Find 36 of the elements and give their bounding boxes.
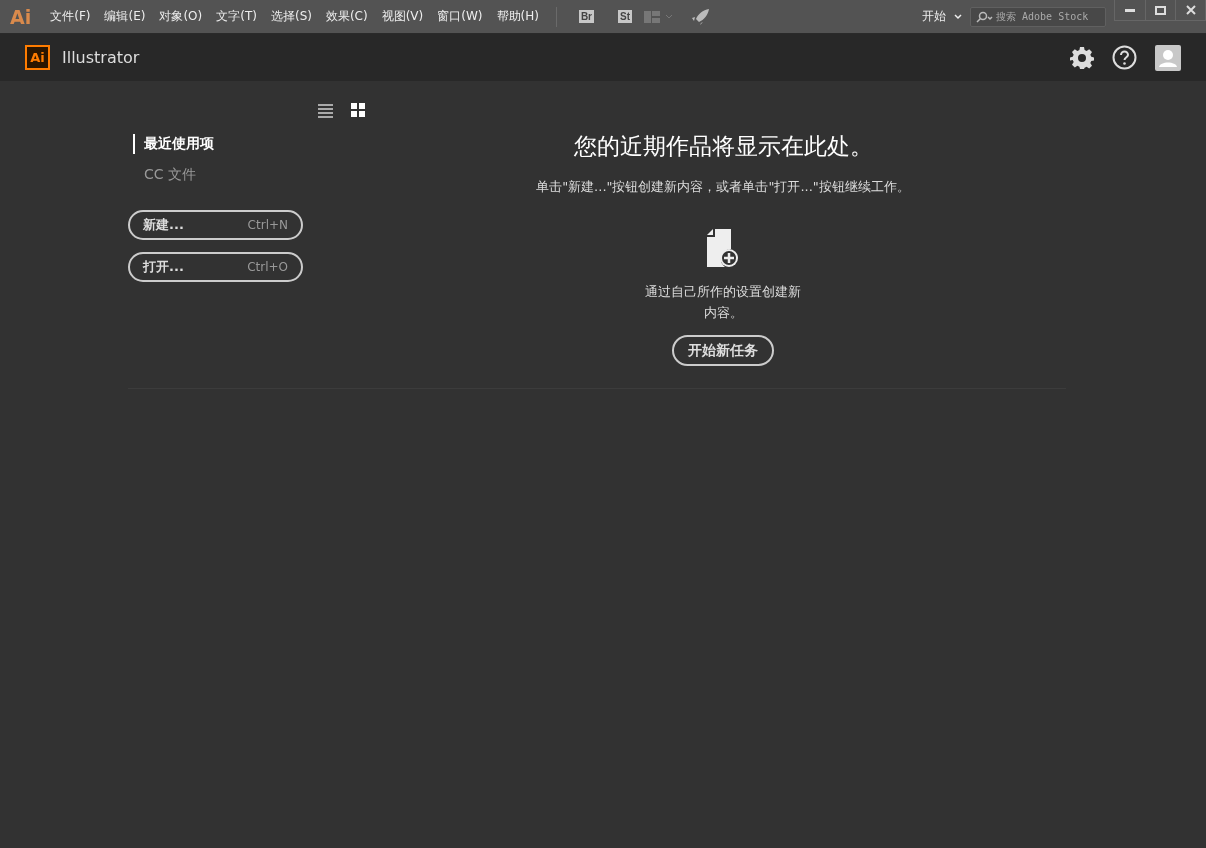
app-logo: Ai — [25, 45, 50, 70]
empty-state-description: 单击"新建..."按钮创建新内容，或者单击"打开..."按钮继续工作。 — [536, 178, 910, 196]
close-icon — [1185, 5, 1196, 15]
new-document-icon — [706, 229, 740, 269]
menu-item[interactable]: 视图(V) — [374, 6, 431, 27]
app-switch-button[interactable]: Br — [578, 10, 594, 23]
empty-state-title: 您的近期作品将显示在此处。 — [573, 132, 873, 161]
start-new-button[interactable]: 开始新任务 — [672, 335, 774, 366]
file-action-button[interactable]: 打开... Ctrl+O — [128, 252, 303, 282]
grid-view-button[interactable] — [351, 103, 366, 118]
menu-item[interactable]: 选择(S) — [263, 6, 319, 27]
menu-item[interactable]: 帮助(H) — [489, 6, 546, 27]
menu-item[interactable]: 对象(O) — [152, 6, 210, 27]
menu-item[interactable]: 窗口(W) — [430, 6, 490, 27]
workspace-switcher[interactable]: 开始 — [914, 8, 970, 25]
list-view-button[interactable] — [318, 103, 333, 118]
search-icon — [975, 10, 993, 23]
chevron-down-icon — [954, 13, 962, 20]
sidebar-tab[interactable]: 最近使用项 — [133, 134, 220, 154]
sidebar-tab[interactable]: CC 文件 — [133, 165, 202, 185]
file-action-button[interactable]: 新建... Ctrl+N — [128, 210, 303, 240]
menu-item[interactable]: 效果(C) — [318, 6, 375, 27]
maximize-icon — [1155, 5, 1166, 15]
menu-item[interactable]: 编辑(E) — [97, 6, 153, 27]
minimize-icon — [1125, 8, 1135, 12]
settings-icon[interactable] — [1070, 45, 1094, 70]
new-content-hint: 通过自己所作的设置创建新内容。 — [644, 283, 802, 322]
menu-item[interactable]: 文字(T) — [209, 6, 264, 27]
app-title: Illustrator — [62, 48, 140, 67]
app-logo: Ai — [10, 5, 32, 28]
app-switch-button[interactable]: St — [618, 10, 632, 23]
avatar-icon[interactable] — [1155, 44, 1181, 71]
search-field[interactable]: 搜索 Adobe Stock — [970, 6, 1106, 27]
menu-item[interactable]: 文件(F) — [43, 6, 98, 27]
rocket-icon[interactable] — [692, 8, 710, 25]
help-icon[interactable] — [1112, 45, 1137, 70]
